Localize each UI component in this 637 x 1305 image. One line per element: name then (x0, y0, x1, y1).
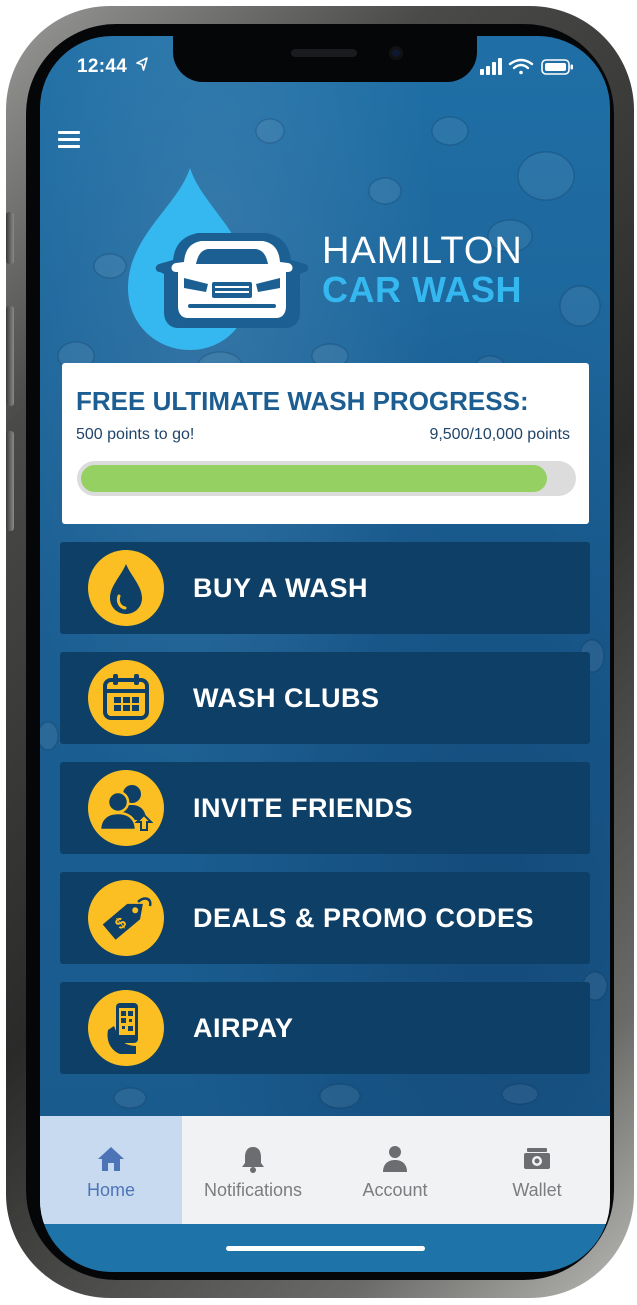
home-icon (98, 1147, 124, 1171)
volume-up-button (6, 306, 14, 406)
buy-a-wash-label: BUY A WASH (193, 573, 369, 603)
battery-icon (541, 59, 573, 75)
speaker-grille (291, 49, 357, 57)
app-screen: 12:44 HAMILTON CAR WASH FREE ULTIMATE WA… (40, 36, 610, 1272)
points-remaining: 500 points to go! (76, 426, 195, 443)
progress-title: FREE ULTIMATE WASH PROGRESS: (76, 386, 529, 416)
tab-wallet-label: Wallet (512, 1180, 562, 1200)
calendar-icon (88, 660, 164, 736)
camera-notch (173, 36, 477, 82)
brand-name-line1: HAMILTON (322, 230, 523, 272)
mute-switch (6, 212, 14, 264)
money-icon (524, 1148, 550, 1169)
airpay-label: AIRPAY (193, 1013, 294, 1043)
airpay-button[interactable]: AIRPAY (60, 982, 590, 1074)
tab-home-label: Home (86, 1180, 135, 1200)
wifi-icon (508, 58, 534, 75)
deals-promo-codes-label: DEALS & PROMO CODES (193, 903, 535, 933)
person-icon (383, 1146, 407, 1172)
home-indicator[interactable] (226, 1246, 425, 1251)
buy-a-wash-button[interactable]: BUY A WASH (60, 542, 590, 634)
deals-promo-codes-button[interactable]: $ DEALS & PROMO CODES (60, 872, 590, 964)
tab-account-label: Account (362, 1180, 428, 1200)
brand-name-line2: CAR WASH (322, 269, 522, 310)
invite-friends-button[interactable]: INVITE FRIENDS (60, 762, 590, 854)
action-menu: BUY A WASH WASH CLUBS INVITE FRIENDS $ D… (60, 542, 590, 1092)
invite-friends-icon (88, 770, 164, 846)
tab-home[interactable]: Home (40, 1116, 182, 1224)
tab-notifications[interactable]: Notifications (182, 1116, 324, 1224)
water-drop-icon (88, 550, 164, 626)
wash-clubs-label: WASH CLUBS (193, 683, 380, 713)
phone-in-hand-icon (88, 990, 164, 1066)
progress-bar-fill (81, 465, 547, 492)
status-indicators (480, 58, 573, 75)
hamburger-menu-icon[interactable] (58, 131, 82, 149)
home-indicator-area (40, 1224, 610, 1272)
bell-icon (242, 1147, 264, 1173)
progress-bar (77, 461, 576, 496)
bottom-tab-bar: Home Notifications Account Wallet (40, 1116, 610, 1224)
volume-down-button (6, 431, 14, 531)
invite-friends-label: INVITE FRIENDS (193, 793, 414, 823)
location-arrow-icon (136, 57, 148, 71)
wash-clubs-button[interactable]: WASH CLUBS (60, 652, 590, 744)
points-total: 9,500/10,000 points (429, 426, 570, 443)
status-time: 12:44 (77, 56, 128, 77)
tab-wallet[interactable]: Wallet (466, 1116, 608, 1224)
tab-notifications-label: Notifications (203, 1180, 303, 1200)
car-wash-logo-icon (128, 168, 309, 350)
wash-progress-card: FREE ULTIMATE WASH PROGRESS: 500 points … (62, 363, 589, 524)
price-tag-icon: $ (88, 880, 164, 956)
brand-name: HAMILTON CAR WASH (322, 232, 523, 308)
cellular-signal-icon (480, 58, 502, 75)
tab-account[interactable]: Account (324, 1116, 466, 1224)
front-camera (389, 46, 403, 60)
